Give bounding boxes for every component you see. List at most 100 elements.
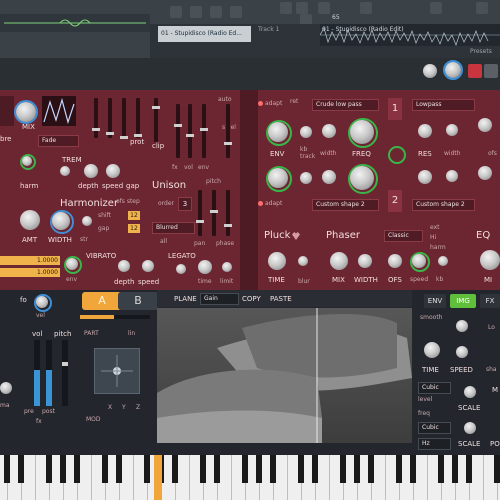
- black-key[interactable]: [396, 455, 402, 483]
- time-knob[interactable]: [198, 260, 212, 274]
- toolbar-button[interactable]: [476, 2, 488, 14]
- black-key[interactable]: [144, 455, 150, 483]
- slot-2[interactable]: 2: [388, 190, 402, 212]
- eq-mix-knob[interactable]: [480, 250, 500, 270]
- slider-handle[interactable]: [152, 106, 160, 109]
- black-key[interactable]: [340, 455, 346, 483]
- black-key[interactable]: [4, 455, 10, 483]
- vel-knob[interactable]: [36, 296, 48, 308]
- black-key[interactable]: [312, 455, 318, 483]
- toolbar-button[interactable]: [430, 2, 442, 14]
- legato-knob[interactable]: [176, 264, 186, 274]
- toolbar-button[interactable]: [190, 6, 202, 18]
- phase-slider[interactable]: [210, 190, 218, 236]
- black-key[interactable]: [452, 455, 458, 483]
- black-key[interactable]: [368, 455, 374, 483]
- toolbar-button[interactable]: [280, 2, 292, 14]
- env-slider[interactable]: [200, 104, 208, 158]
- fx-slider[interactable]: [174, 104, 182, 158]
- unison-slider[interactable]: [224, 190, 232, 236]
- b-button[interactable]: B: [118, 292, 158, 310]
- pluck-time-knob[interactable]: [268, 252, 286, 270]
- slider-track[interactable]: [134, 98, 142, 138]
- speed-knob[interactable]: [106, 164, 120, 178]
- toolbar-button[interactable]: [318, 2, 330, 14]
- speed-knob-lower[interactable]: [456, 346, 468, 358]
- slider-handle[interactable]: [196, 220, 204, 223]
- filter1-dropdown[interactable]: Crude low pass: [312, 99, 379, 111]
- shape-knob-7[interactable]: [478, 166, 492, 180]
- xy-pad[interactable]: [94, 348, 140, 394]
- slider-handle[interactable]: [174, 124, 182, 127]
- cubic-dropdown-1[interactable]: Cubic: [418, 382, 451, 394]
- black-key[interactable]: [172, 455, 178, 483]
- slider-handle[interactable]: [200, 128, 208, 131]
- post-fader[interactable]: [46, 340, 52, 406]
- tab-fx[interactable]: FX: [480, 294, 500, 308]
- cubic-dropdown-2[interactable]: Cubic: [418, 422, 451, 434]
- toolbar-button[interactable]: [170, 6, 182, 18]
- env-knob[interactable]: [66, 258, 78, 270]
- image-spectrogram-view[interactable]: [157, 308, 412, 443]
- tab-env[interactable]: ENV: [424, 294, 446, 308]
- shape-knob-2[interactable]: [300, 172, 312, 184]
- width-knob[interactable]: [52, 212, 70, 230]
- slider-handle[interactable]: [224, 142, 232, 145]
- slider-track[interactable]: [106, 98, 114, 138]
- slider-handle[interactable]: [106, 132, 114, 135]
- clip-name[interactable]: 01 - Stupidisco (Radio Ed...: [158, 26, 251, 42]
- adapt-led-1[interactable]: [258, 101, 263, 106]
- pitch-slider[interactable]: [224, 104, 232, 158]
- shape-knob-6[interactable]: [446, 170, 458, 182]
- phaser-ofs-knob[interactable]: [388, 254, 402, 268]
- black-key[interactable]: [46, 455, 52, 483]
- blurred-dropdown[interactable]: Blurred: [152, 222, 195, 234]
- toolbar-button[interactable]: [360, 2, 372, 14]
- value-box-1[interactable]: 1.0000: [0, 256, 60, 265]
- scale-knob-2[interactable]: [464, 422, 476, 434]
- shape-knob-5[interactable]: [418, 170, 432, 184]
- part-slider[interactable]: [80, 315, 150, 319]
- width-knob-3[interactable]: [446, 124, 458, 136]
- toolbar-button[interactable]: [210, 6, 222, 18]
- gain-dropdown[interactable]: Gain: [200, 293, 239, 305]
- slider-handle[interactable]: [186, 134, 194, 137]
- slider-handle[interactable]: [92, 128, 100, 131]
- pan-slider[interactable]: [196, 190, 204, 236]
- black-key[interactable]: [494, 455, 500, 483]
- black-key[interactable]: [200, 455, 206, 483]
- slider-track[interactable]: [120, 98, 128, 139]
- paste-button[interactable]: PASTE: [270, 295, 292, 303]
- slider-handle[interactable]: [224, 224, 232, 227]
- pre-fader[interactable]: [34, 340, 40, 406]
- trem-knob[interactable]: [60, 166, 70, 176]
- slider-track[interactable]: [92, 98, 100, 138]
- depth-knob[interactable]: [84, 164, 98, 178]
- shape-graph[interactable]: [42, 96, 76, 126]
- black-key[interactable]: [18, 455, 24, 483]
- kb-track-knob[interactable]: [300, 126, 312, 138]
- black-key[interactable]: [354, 455, 360, 483]
- black-key[interactable]: [270, 455, 276, 483]
- header-knob[interactable]: [423, 64, 437, 78]
- ofs-knob[interactable]: [478, 118, 492, 132]
- phaser-width-knob[interactable]: [358, 254, 372, 268]
- shape1-dropdown[interactable]: Custom shape 2: [312, 199, 379, 211]
- fader-handle[interactable]: [62, 362, 68, 366]
- str-knob[interactable]: [82, 216, 92, 226]
- phaser-speed-knob[interactable]: [412, 254, 426, 268]
- black-key[interactable]: [466, 455, 472, 483]
- scale-knob-1[interactable]: [464, 386, 476, 398]
- limit-knob[interactable]: [222, 262, 232, 272]
- filter-env-knob[interactable]: [268, 122, 288, 142]
- pitch-fader[interactable]: [62, 340, 68, 406]
- smooth-knob[interactable]: [456, 320, 468, 332]
- piano-keyboard[interactable]: [0, 455, 500, 500]
- tab-img[interactable]: IMG: [450, 294, 476, 308]
- shape2-dropdown[interactable]: Custom shape 2: [412, 199, 475, 211]
- black-key[interactable]: [298, 455, 304, 483]
- toolbar-button[interactable]: [296, 2, 308, 14]
- order-box[interactable]: 3: [178, 197, 192, 211]
- res-knob[interactable]: [418, 124, 432, 138]
- toolbar-button[interactable]: [230, 6, 242, 18]
